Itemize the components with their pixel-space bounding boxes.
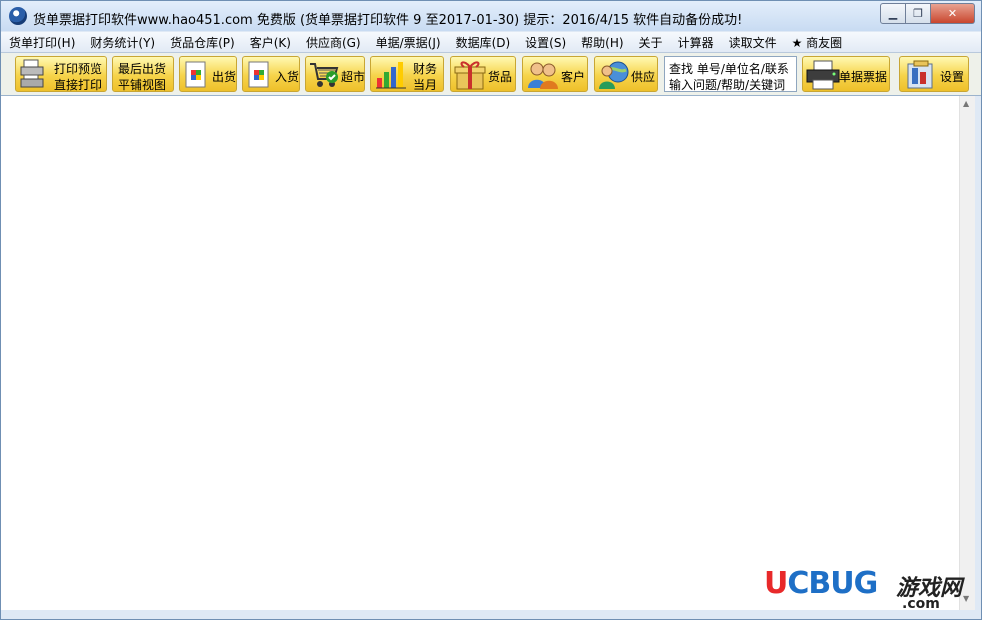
supplier-icon [599, 61, 629, 89]
direct-print-button[interactable]: 直接打印 [54, 76, 102, 93]
menu-print[interactable]: 货单打印(H) [1, 34, 82, 51]
menu-documents[interactable]: 单据/票据(J) [368, 34, 448, 51]
main-workspace[interactable] [1, 96, 959, 610]
view-group: 最后出货 平铺视图 [112, 56, 174, 92]
scroll-up-icon[interactable]: ▲ [963, 99, 969, 108]
stock-in-button[interactable]: 入货 [242, 56, 300, 92]
customer-label: 客户 [561, 70, 586, 84]
documents-button[interactable]: 单据票据 [802, 56, 890, 92]
watermark-letter: U [830, 566, 854, 601]
supplier-label: 供应 [631, 70, 656, 84]
ship-out-label: 出货 [212, 70, 237, 84]
menu-supplier[interactable]: 供应商(G) [298, 34, 368, 51]
watermark-suffix: .com [902, 596, 940, 612]
toolbar: 打印预览 直接打印 最后出货 平铺视图 出货 入货 超市 财务 当月 货品 客户… [1, 53, 981, 96]
search-help-box[interactable]: 查找 单号/单位名/联系 输入问题/帮助/关键词 [664, 56, 797, 92]
finance-month-button[interactable]: 财务 当月 [370, 56, 444, 92]
menu-database[interactable]: 数据库(D) [448, 34, 518, 51]
customer-people-icon [528, 62, 558, 89]
watermark-letter: U [764, 566, 788, 601]
gift-box-icon [454, 61, 486, 90]
menu-about[interactable]: 关于 [631, 34, 670, 51]
close-button[interactable]: ✕ [931, 3, 975, 24]
printer-large-icon [806, 60, 840, 90]
print-group: 打印预览 直接打印 [15, 56, 107, 92]
settings-tools-icon [907, 60, 933, 89]
menu-calculator[interactable]: 计算器 [670, 34, 721, 51]
goods-button[interactable]: 货品 [450, 56, 516, 92]
printer-icon [20, 59, 44, 88]
shopping-cart-icon [310, 63, 339, 87]
menu-bar: 货单打印(H) 财务统计(Y) 货品仓库(P) 客户(K) 供应商(G) 单据/… [1, 32, 981, 53]
finance-label-line1: 财务 [413, 62, 438, 76]
window-title: 货单票据打印软件www.hao451.com 免费版 (货单票据打印软件 9 至… [33, 13, 743, 28]
supermarket-button[interactable]: 超市 [305, 56, 365, 92]
menu-help[interactable]: 帮助(H) [573, 34, 630, 51]
document-out-icon [185, 61, 206, 88]
watermark-letter: B [808, 566, 831, 601]
finance-label-line2: 当月 [413, 78, 438, 92]
watermark-letter: G [853, 566, 879, 601]
restore-icon: ❐ [913, 7, 923, 20]
window-controls: ▁ ❐ ✕ [880, 3, 975, 24]
close-icon: ✕ [947, 7, 958, 20]
supermarket-label: 超市 [341, 70, 366, 84]
menu-settings[interactable]: 设置(S) [517, 34, 573, 51]
document-in-icon [248, 61, 269, 88]
minimize-icon: ▁ [888, 7, 898, 20]
watermark-brand: UCBUG [764, 566, 879, 601]
maximize-button[interactable]: ❐ [906, 3, 931, 24]
documents-label: 单据票据 [839, 70, 888, 84]
app-window: 货单票据打印软件www.hao451.com 免费版 (货单票据打印软件 9 至… [0, 0, 982, 620]
menu-finance[interactable]: 财务统计(Y) [82, 34, 162, 51]
ucbug-watermark: UCBUG 游戏网 .com [764, 566, 974, 614]
title-bar[interactable]: 货单票据打印软件www.hao451.com 免费版 (货单票据打印软件 9 至… [1, 1, 981, 31]
help-query-input[interactable]: 输入问题/帮助/关键词 [669, 76, 785, 93]
menu-warehouse[interactable]: 货品仓库(P) [162, 34, 242, 51]
tile-view-button[interactable]: 平铺视图 [118, 76, 166, 93]
print-preview-button[interactable]: 打印预览 [54, 60, 102, 77]
customer-button[interactable]: 客户 [522, 56, 588, 92]
menu-customer[interactable]: 客户(K) [242, 34, 298, 51]
ship-out-button[interactable]: 出货 [179, 56, 237, 92]
last-shipment-button[interactable]: 最后出货 [118, 60, 166, 77]
vertical-scrollbar[interactable]: ▲ ▼ [959, 96, 975, 610]
app-logo-icon [9, 7, 27, 25]
menu-business-circle[interactable]: ★ 商友圈 [784, 34, 850, 51]
settings-label: 设置 [940, 70, 965, 84]
menu-read-file[interactable]: 读取文件 [721, 34, 784, 51]
supplier-button[interactable]: 供应 [594, 56, 658, 92]
minimize-button[interactable]: ▁ [880, 3, 906, 24]
bar-chart-icon [376, 62, 406, 89]
search-input[interactable]: 查找 单号/单位名/联系 [669, 60, 789, 77]
settings-button[interactable]: 设置 [899, 56, 969, 92]
goods-label: 货品 [488, 70, 513, 84]
stock-in-label: 入货 [275, 70, 300, 84]
watermark-letter: C [787, 566, 809, 601]
watermark-logo: UCBUG [764, 566, 879, 601]
